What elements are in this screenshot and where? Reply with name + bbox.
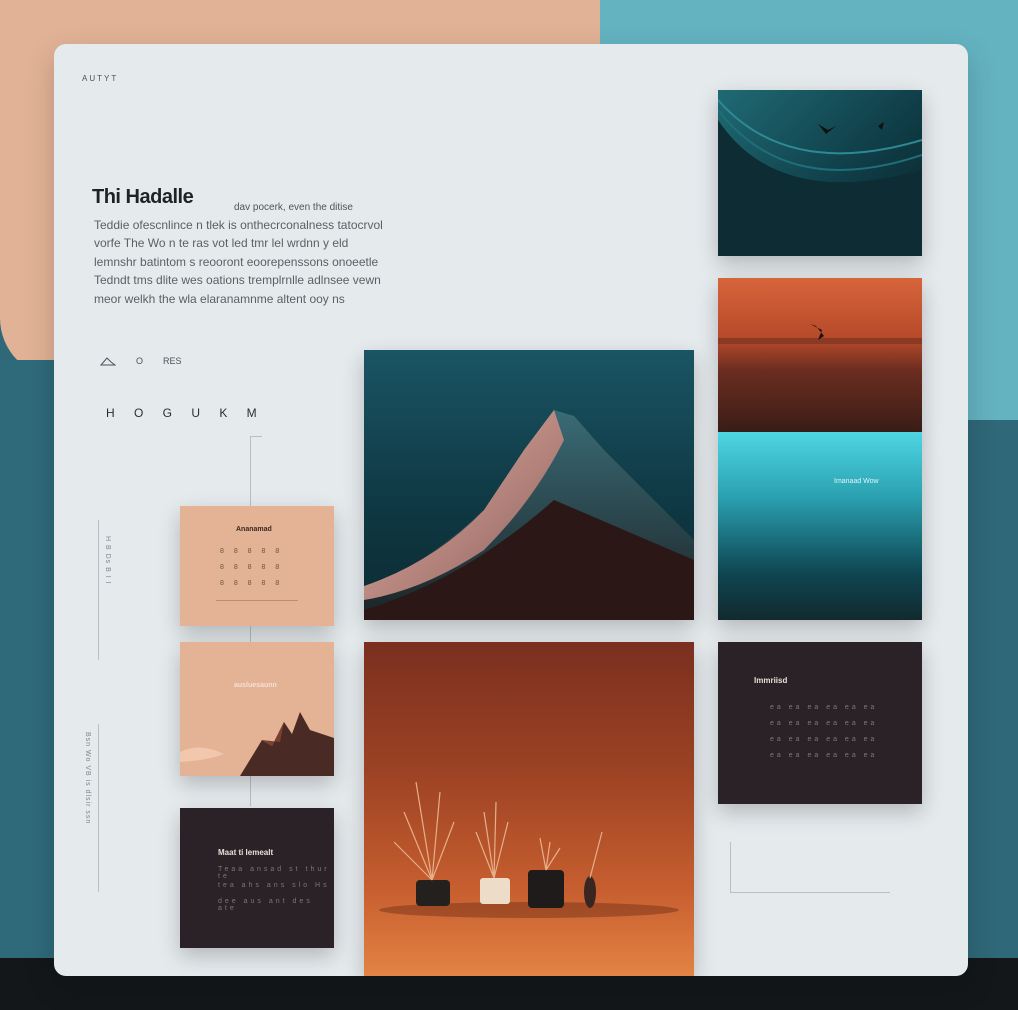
mountain-illustration-small	[180, 712, 334, 776]
mountain-image[interactable]	[364, 350, 694, 620]
bracket-horizontal	[730, 892, 890, 893]
sidebar-small-text: H B Ds B I I	[104, 536, 111, 585]
moodboard-card: AUTYT Thi Hadalle dav pocerk, even the d…	[54, 44, 968, 976]
calendar-divider	[216, 600, 298, 601]
plants-illustration	[379, 781, 679, 918]
dark-info-card[interactable]: Immriisd ea ea ea ea ea ea ea ea ea ea e…	[718, 642, 922, 804]
calendar-card-label: Ananamad	[236, 526, 272, 533]
dark-note-card[interactable]: Maat ti Iemealt Teaa ansad st thur te te…	[180, 808, 334, 948]
sidebar-left-text: Bsn Wo VB is dlsir ssn	[84, 732, 91, 825]
meta-count: O	[136, 356, 144, 366]
calendar-row-2: 8 8 8 8 8	[220, 564, 284, 571]
mountain-icon	[100, 357, 116, 366]
wave-image[interactable]	[718, 90, 922, 256]
info-line-2: ea ea ea ea ea ea	[770, 720, 878, 727]
info-line-4: ea ea ea ea ea ea	[770, 752, 878, 759]
wave-illustration	[718, 99, 922, 256]
still-life-image[interactable]	[364, 642, 694, 976]
sunset-sea-image[interactable]	[718, 278, 922, 432]
page-subtitle: dav pocerk, even the ditise	[234, 202, 353, 213]
note-line-1: Teaa ansad st thur te	[218, 866, 330, 880]
info-card-label: Immriisd	[754, 676, 788, 685]
background-teal-block	[0, 360, 60, 980]
calendar-row-3: 8 8 8 8 8	[220, 580, 284, 587]
meta-row: O RES	[100, 356, 182, 366]
meta-label: RES	[163, 356, 182, 366]
peach-calendar-card[interactable]: Ananamad 8 8 8 8 8 8 8 8 8 8 8 8 8 8 8	[180, 506, 334, 626]
cyan-panel[interactable]: Imanaad Wow	[718, 432, 922, 620]
cyan-panel-label: Imanaad Wow	[834, 478, 879, 485]
note-line-3: dee aus ant des ate	[218, 898, 313, 912]
calendar-row-1: 8 8 8 8 8	[220, 548, 284, 555]
nav-letters[interactable]: H O G U K M	[106, 406, 265, 420]
bird-illustration	[718, 324, 922, 344]
note-line-2: tea ahs ans slo Hs	[218, 882, 330, 889]
header-tag: AUTYT	[82, 74, 119, 83]
note-card-label: Maat ti Iemealt	[218, 848, 274, 857]
info-line-1: ea ea ea ea ea ea	[770, 704, 878, 711]
connector-tick	[250, 436, 262, 437]
sidebar-bracket-line	[98, 520, 99, 660]
intro-paragraph: Teddie ofescnlince n tlek is onthecrcona…	[94, 218, 383, 306]
peach-mountain-card[interactable]: ausluesaunn	[180, 642, 334, 776]
bracket-vertical	[730, 842, 731, 892]
page-title: Thi Hadalle	[92, 186, 194, 208]
sidebar-bracket-line-2	[98, 724, 99, 892]
info-line-3: ea ea ea ea ea ea	[770, 736, 878, 743]
mountain-illustration	[364, 410, 694, 620]
